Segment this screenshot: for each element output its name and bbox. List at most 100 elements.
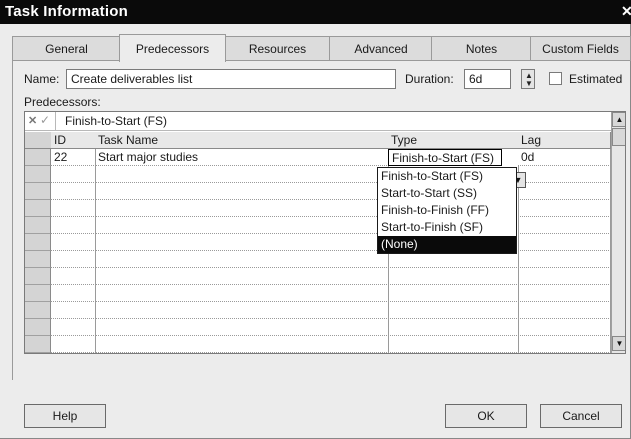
cell-id[interactable] (51, 166, 96, 183)
cell-id[interactable] (51, 200, 96, 217)
cell-id[interactable] (51, 268, 96, 285)
cell-task-name[interactable] (95, 268, 389, 285)
row-header[interactable] (25, 251, 51, 268)
cell-lag[interactable] (518, 302, 611, 319)
cell-lag[interactable] (518, 217, 611, 234)
grid-body: ID Task Name Type Lag 22 Start major stu… (25, 132, 611, 353)
table-row[interactable] (25, 302, 611, 319)
cell-task-name[interactable] (95, 234, 389, 251)
scroll-down-icon[interactable]: ▼ (612, 336, 625, 351)
cell-task-name[interactable] (95, 251, 389, 268)
scrollbar-thumb[interactable] (612, 128, 625, 146)
name-input[interactable]: Create deliverables list (66, 69, 396, 89)
dropdown-option-highlighted[interactable]: (None) (378, 236, 516, 253)
column-header-type[interactable]: Type (388, 132, 519, 149)
cancel-button[interactable]: Cancel (540, 404, 622, 428)
window-title: Task Information (5, 3, 128, 20)
table-row[interactable] (25, 336, 611, 353)
cell-task-name[interactable] (95, 285, 389, 302)
cell-id[interactable] (51, 217, 96, 234)
tab-notes[interactable]: Notes (431, 36, 532, 61)
cell-task-name[interactable] (95, 302, 389, 319)
spinner-arrows-icon[interactable]: ▲ ▼ (521, 69, 535, 89)
type-dropdown-list[interactable]: Finish-to-Start (FS) Start-to-Start (SS)… (377, 167, 517, 254)
row-header[interactable] (25, 217, 51, 234)
cell-type[interactable] (388, 319, 519, 336)
dropdown-option[interactable]: Finish-to-Start (FS) (378, 168, 516, 185)
cell-lag[interactable] (518, 166, 611, 183)
cell-lag[interactable] (518, 319, 611, 336)
table-row[interactable] (25, 268, 611, 285)
row-header[interactable] (25, 319, 51, 336)
tab-resources[interactable]: Resources (224, 36, 331, 61)
table-row[interactable]: 22 Start major studies Finish-to-Start (… (25, 149, 611, 166)
cell-type[interactable] (388, 336, 519, 353)
row-header[interactable] (25, 234, 51, 251)
table-row[interactable] (25, 217, 611, 234)
duration-label: Duration: (405, 72, 454, 86)
dropdown-option[interactable]: Finish-to-Finish (FF) (378, 202, 516, 219)
row-header[interactable] (25, 183, 51, 200)
estimated-checkbox[interactable] (549, 72, 562, 85)
table-row[interactable] (25, 234, 611, 251)
cell-task-name[interactable] (95, 200, 389, 217)
duration-input[interactable]: 6d (464, 69, 511, 89)
column-header-id[interactable]: ID (51, 132, 96, 149)
cell-id[interactable] (51, 302, 96, 319)
row-header[interactable] (25, 200, 51, 217)
vertical-scrollbar[interactable]: ▲ ▼ (611, 112, 625, 353)
ok-button[interactable]: OK (445, 404, 527, 428)
tab-custom-fields[interactable]: Custom Fields (530, 36, 631, 61)
scroll-up-icon[interactable]: ▲ (612, 112, 625, 127)
cell-id[interactable] (51, 285, 96, 302)
cell-type[interactable]: Finish-to-Start (FS) (388, 149, 502, 166)
cell-lag[interactable]: 0d (518, 149, 611, 166)
tab-advanced[interactable]: Advanced (329, 36, 433, 61)
help-button[interactable]: Help (24, 404, 106, 428)
entry-bar-value[interactable]: Finish-to-Start (FS) (65, 114, 167, 128)
cell-task-name[interactable] (95, 166, 389, 183)
cell-id[interactable] (51, 234, 96, 251)
cell-id[interactable] (51, 319, 96, 336)
table-row[interactable] (25, 285, 611, 302)
check-icon[interactable]: ✓ (40, 113, 50, 127)
column-header-task-name[interactable]: Task Name (95, 132, 389, 149)
cell-type[interactable] (388, 268, 519, 285)
row-header[interactable] (25, 285, 51, 302)
close-icon[interactable]: ✕ (621, 3, 631, 20)
row-header[interactable] (25, 336, 51, 353)
cell-type[interactable] (388, 302, 519, 319)
tab-general[interactable]: General (12, 36, 121, 61)
cell-lag[interactable] (518, 285, 611, 302)
cell-task-name[interactable] (95, 336, 389, 353)
cell-task-name[interactable] (95, 183, 389, 200)
title-bar[interactable]: Task Information ✕ (0, 0, 631, 24)
cell-id[interactable] (51, 251, 96, 268)
cell-task-name[interactable]: Start major studies (95, 149, 389, 166)
cell-id[interactable] (51, 183, 96, 200)
table-row[interactable] (25, 251, 611, 268)
row-header[interactable] (25, 302, 51, 319)
cell-task-name[interactable] (95, 217, 389, 234)
cell-lag[interactable] (518, 183, 611, 200)
cell-type[interactable] (388, 285, 519, 302)
row-header[interactable] (25, 149, 51, 166)
cell-lag[interactable] (518, 251, 611, 268)
estimated-label: Estimated (569, 72, 623, 86)
dropdown-option[interactable]: Start-to-Start (SS) (378, 185, 516, 202)
tab-predecessors[interactable]: Predecessors (119, 34, 226, 62)
row-header[interactable] (25, 166, 51, 183)
cell-task-name[interactable] (95, 319, 389, 336)
table-row[interactable] (25, 319, 611, 336)
cell-lag[interactable] (518, 268, 611, 285)
dropdown-option[interactable]: Start-to-Finish (SF) (378, 219, 516, 236)
cell-lag[interactable] (518, 200, 611, 217)
cell-id[interactable]: 22 (51, 149, 96, 166)
x-icon[interactable]: ✕ (28, 114, 37, 127)
column-header-lag[interactable]: Lag (518, 132, 611, 149)
cell-id[interactable] (51, 336, 96, 353)
cell-lag[interactable] (518, 234, 611, 251)
cell-lag[interactable] (518, 336, 611, 353)
table-row[interactable] (25, 200, 611, 217)
row-header[interactable] (25, 268, 51, 285)
